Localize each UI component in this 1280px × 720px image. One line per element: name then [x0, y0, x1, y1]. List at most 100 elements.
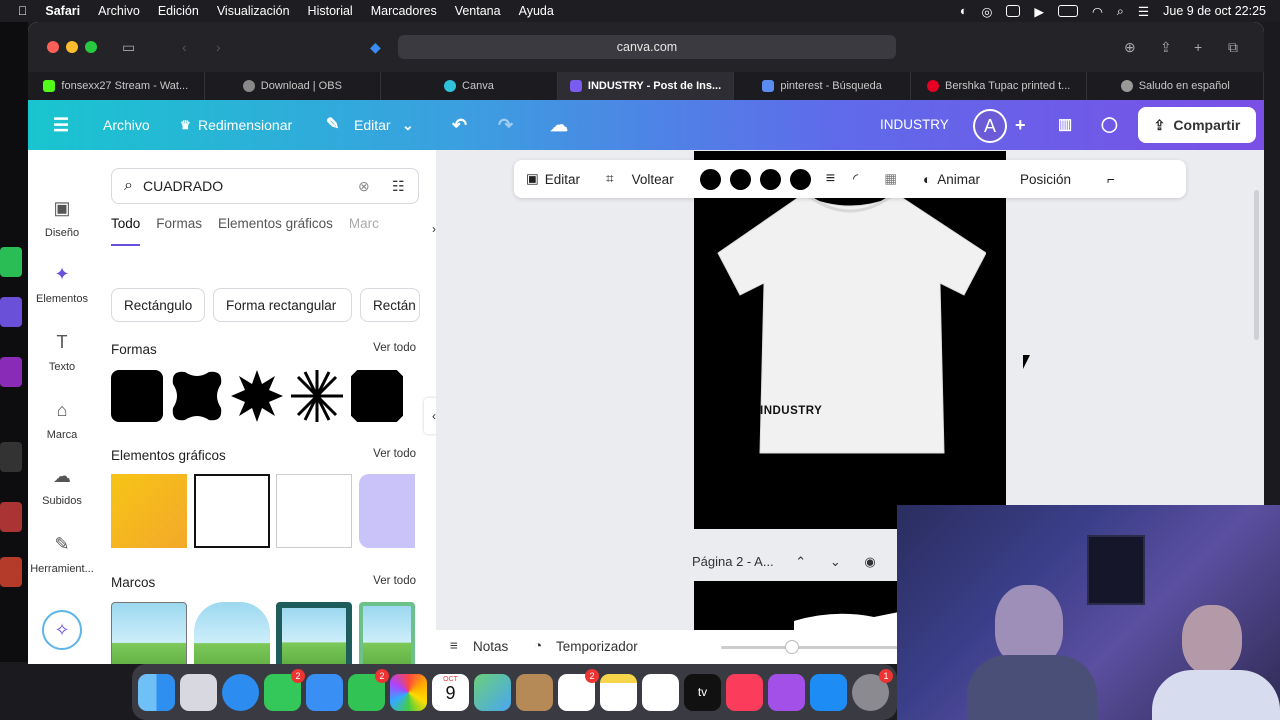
corner-rounding-icon[interactable]: ◜	[853, 171, 858, 187]
filter-sliders-icon[interactable]: ☷	[392, 178, 405, 195]
podcasts-icon[interactable]	[768, 673, 805, 711]
chip-rectangulo[interactable]: Rectángulo	[111, 288, 205, 322]
archivo-button[interactable]: Archivo	[103, 100, 150, 150]
mail-icon[interactable]	[306, 673, 343, 711]
share-button[interactable]: ⇪ Compartir	[1138, 107, 1256, 143]
apple-tv-icon[interactable]: tv	[684, 673, 721, 711]
search-input[interactable]: ⌕ CUADRADO ⊗ ☷	[111, 168, 419, 204]
minimize-window-button[interactable]	[66, 41, 78, 53]
shirt-print-text[interactable]: INDUSTRY	[760, 405, 822, 417]
tab-obs[interactable]: Download | OBS	[205, 72, 382, 100]
play-icon[interactable]: ▶	[1034, 4, 1044, 19]
zoom-window-button[interactable]	[85, 41, 97, 53]
redimensionar-button[interactable]: Redimensionar	[198, 100, 292, 150]
tab-todo[interactable]: Todo	[111, 216, 141, 246]
clock-datetime[interactable]: Jue 9 de oct 22:25	[1163, 4, 1266, 18]
tab-marcos[interactable]: Marc	[349, 216, 379, 246]
avatar[interactable]: A	[973, 109, 1007, 143]
timer-icon[interactable]: ◔	[534, 638, 542, 653]
design-title[interactable]: INDUSTRY	[880, 100, 949, 150]
launchpad-icon[interactable]	[180, 673, 217, 711]
tab-pinterest-search[interactable]: pinterest - Búsqueda	[734, 72, 911, 100]
status-icon[interactable]: ◐	[960, 4, 968, 18]
menu-item-ayuda[interactable]: Ayuda	[519, 4, 554, 18]
system-settings-icon[interactable]: 1	[852, 668, 893, 711]
app-store-icon[interactable]	[810, 673, 847, 711]
finder-icon[interactable]	[138, 673, 175, 711]
posicion-button[interactable]: Posición	[1020, 172, 1071, 187]
formas-ver-todo-link[interactable]: Ver todo	[373, 342, 416, 357]
music-icon[interactable]	[726, 673, 763, 711]
corner-preset-3[interactable]	[759, 168, 781, 190]
search-icon[interactable]: ⌕	[1117, 4, 1124, 19]
menu-item-archivo[interactable]: Archivo	[98, 4, 140, 18]
graficos-ver-todo-link[interactable]: Ver todo	[373, 448, 416, 463]
menu-item-visualizacion[interactable]: Visualización	[217, 4, 290, 18]
design-page[interactable]: INDUSTRY	[694, 151, 1006, 529]
tab-formas[interactable]: Formas	[156, 216, 202, 246]
wifi-icon[interactable]: ◠	[1092, 4, 1103, 19]
hide-page-icon[interactable]: ◉	[864, 554, 875, 569]
bing-icon[interactable]: ◆	[370, 39, 381, 56]
menu-app-name[interactable]: Safari	[45, 4, 80, 18]
photos-icon[interactable]	[390, 673, 427, 711]
shape-burst-star[interactable]	[231, 370, 283, 422]
animate-icon[interactable]: ◐	[923, 172, 931, 187]
tab-industry[interactable]: INDUSTRY - Post de Ins...	[557, 72, 735, 100]
voltear-button[interactable]: Voltear	[632, 172, 674, 187]
new-tab-icon[interactable]: +	[1194, 39, 1202, 55]
graphic-yellow-square[interactable]	[111, 474, 187, 548]
close-window-button[interactable]	[47, 41, 59, 53]
messages-icon[interactable]: 2	[264, 668, 305, 711]
chevron-down-icon[interactable]: ⌄	[402, 100, 414, 150]
facetime-icon[interactable]: 2	[348, 668, 389, 711]
rail-item-herramientas[interactable]: ✎ Herramient...	[28, 534, 96, 575]
graphic-lavender-square[interactable]	[359, 474, 415, 548]
tab-chatgpt[interactable]: Saludo en español	[1087, 72, 1264, 100]
paint-roller-icon[interactable]: ⌐	[1107, 172, 1115, 187]
redo-icon[interactable]: ↷	[498, 100, 513, 150]
rail-item-elementos[interactable]: ✦ Elementos	[28, 264, 96, 305]
tab-elementos-graficos[interactable]: Elementos gráficos	[218, 216, 333, 246]
tab-overview-icon[interactable]: ⧉	[1228, 39, 1238, 56]
reminders-icon[interactable]: 2	[558, 668, 599, 711]
chip-forma-rectangular[interactable]: Forma rectangular	[213, 288, 352, 322]
calendar-icon[interactable]: OCT 9	[432, 673, 469, 711]
address-bar[interactable]: canva.com	[398, 35, 896, 59]
maps-icon[interactable]	[474, 673, 511, 711]
rail-item-subidos[interactable]: ☁ Subidos	[28, 466, 96, 507]
menu-item-ventana[interactable]: Ventana	[455, 4, 501, 18]
rail-item-texto[interactable]: T Texto	[28, 332, 96, 373]
notes-icon[interactable]: ≡	[450, 638, 458, 653]
page-up-icon[interactable]: ⌃	[795, 554, 806, 569]
frame-cloud[interactable]	[194, 602, 270, 664]
page-down-icon[interactable]: ⌄	[830, 554, 841, 569]
add-collaborator-icon[interactable]: +	[1015, 100, 1026, 150]
forward-icon[interactable]: ›	[216, 39, 221, 55]
frame-polaroid[interactable]	[359, 602, 415, 664]
window-icon[interactable]	[1006, 5, 1021, 17]
undo-icon[interactable]: ↶	[452, 100, 467, 150]
temporizador-button[interactable]: Temporizador	[556, 639, 638, 654]
contacts-icon[interactable]	[516, 673, 553, 711]
menu-item-edicion[interactable]: Edición	[158, 4, 199, 18]
notas-button[interactable]: Notas	[473, 639, 508, 654]
editar-menu-button[interactable]: Editar	[354, 100, 391, 150]
corner-preset-1[interactable]	[699, 168, 721, 190]
shape-rounded-square[interactable]	[111, 370, 163, 422]
transparency-icon[interactable]: ▦	[884, 171, 897, 187]
cloud-saved-icon[interactable]: ☁	[550, 100, 568, 150]
shape-asterisk[interactable]	[291, 370, 343, 422]
screen-record-icon[interactable]: ◎	[981, 4, 992, 19]
frame-window[interactable]	[111, 602, 187, 664]
comments-icon[interactable]: ◯	[1101, 100, 1118, 150]
hamburger-menu-icon[interactable]: ☰	[53, 100, 69, 150]
chip-rectan[interactable]: Rectán	[360, 288, 420, 322]
tab-canva[interactable]: Canva	[381, 72, 558, 100]
zoom-slider-handle[interactable]	[785, 640, 799, 654]
canvas-scrollbar[interactable]	[1254, 190, 1259, 340]
corner-preset-4[interactable]	[789, 168, 811, 190]
menu-item-historial[interactable]: Historial	[308, 4, 353, 18]
tab-kick[interactable]: fonsexx27 Stream - Wat...	[28, 72, 205, 100]
notes-app-icon[interactable]	[600, 673, 637, 711]
